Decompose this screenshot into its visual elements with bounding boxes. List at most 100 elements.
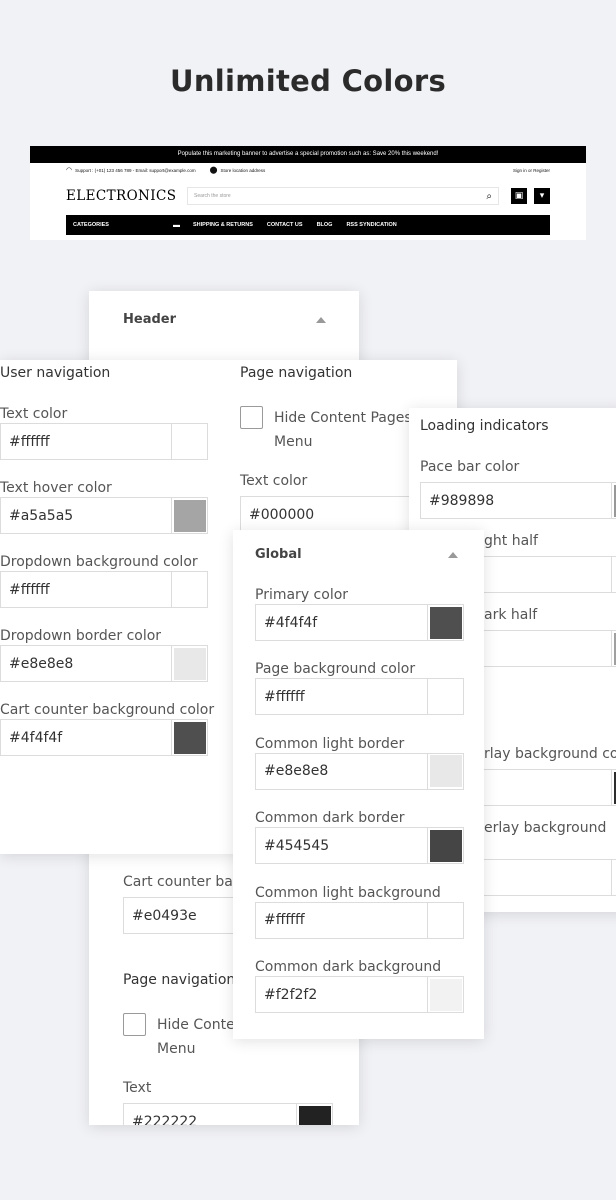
color-input-field[interactable]: #454545 — [255, 827, 464, 865]
overlay-background-swatch[interactable] — [611, 769, 616, 806]
nav-categories[interactable]: CATEGORIES — [66, 222, 173, 228]
color-swatch[interactable] — [427, 678, 463, 716]
color-input-field[interactable]: #ffffff — [0, 571, 208, 608]
cart-icon[interactable]: ▾ — [534, 188, 550, 204]
chevron-up-icon[interactable] — [448, 552, 458, 558]
header-card-title: Header — [123, 312, 177, 327]
nav-blog[interactable]: BLOG — [317, 222, 333, 228]
color-value: #ffffff — [9, 433, 50, 450]
dark-half-label: ark half — [484, 607, 538, 623]
hide-content-label: Hide Conten Menu — [157, 1013, 244, 1061]
field-label: Common dark border — [255, 810, 405, 827]
color-input-field[interactable]: #ffffff — [255, 678, 464, 716]
global-card-title: Global — [255, 547, 302, 562]
color-input-field[interactable]: #e8e8e8 — [255, 752, 464, 790]
store-logo[interactable]: ELECTRONICS — [66, 188, 187, 204]
pace-bar-field[interactable]: #989898 — [420, 482, 616, 519]
color-swatch[interactable] — [427, 976, 463, 1013]
page-navigation-title: Page navigation — [240, 365, 353, 381]
text-color-field[interactable]: #222222 — [123, 1103, 333, 1125]
text-label: Text — [123, 1080, 152, 1096]
hide-content-line1: Hide Conten — [157, 1017, 244, 1033]
color-swatch[interactable] — [171, 719, 207, 756]
user-navigation-title: User navigation — [0, 365, 111, 381]
swatch-fill — [173, 573, 206, 606]
color-input-field[interactable]: #f2f2f2 — [255, 976, 464, 1013]
store-location[interactable]: ⬤ Store location address — [210, 167, 266, 174]
swatch-fill — [429, 904, 462, 937]
hide-content-line2: Menu — [157, 1041, 196, 1057]
menu-icon[interactable]: ▬ — [173, 222, 193, 229]
swatch-fill — [429, 829, 462, 862]
field-label: Text hover color — [0, 480, 112, 496]
store-navbar: CATEGORIES ▬ SHIPPING & RETURNS CONTACT … — [66, 215, 550, 235]
color-value: #e8e8e8 — [264, 763, 329, 780]
color-value: #ffffff — [9, 581, 50, 598]
text-color-value: #222222 — [132, 1113, 198, 1126]
color-swatch[interactable] — [171, 423, 207, 460]
swatch-fill — [429, 978, 462, 1011]
pace-bar-value: #989898 — [429, 492, 495, 509]
pace-bar-swatch[interactable] — [611, 482, 616, 519]
swatch-fill — [173, 425, 206, 458]
color-input-field[interactable]: #ffffff — [255, 901, 464, 939]
color-swatch[interactable] — [171, 497, 207, 534]
text-color-swatch[interactable] — [296, 1103, 332, 1125]
location-text: Store location address — [220, 167, 266, 173]
field-label: Common light background — [255, 884, 441, 901]
chevron-up-icon[interactable] — [316, 317, 326, 323]
hide-content-checkbox[interactable] — [123, 1013, 146, 1036]
color-swatch[interactable] — [427, 827, 463, 865]
pace-bar-label: Pace bar color — [420, 459, 520, 475]
dark-half-swatch[interactable] — [611, 630, 616, 667]
color-value: #4f4f4f — [264, 614, 318, 631]
utility-bar: ◠ Support : (+01) 123 456 789 - Email: s… — [30, 163, 586, 177]
light-half-swatch[interactable] — [611, 556, 616, 593]
cart-counter-label: Cart counter back — [123, 874, 249, 890]
color-swatch[interactable] — [427, 901, 463, 939]
promo-banner: Populate this marketing banner to advert… — [30, 146, 586, 163]
field-label: Page background color — [255, 661, 416, 678]
swatch-fill — [173, 721, 206, 754]
color-input-field[interactable]: #4f4f4f — [255, 604, 464, 641]
support-text: Support : (+01) 123 456 789 - Email: sup… — [75, 167, 196, 173]
hide-content-line1: Hide Content Pages in — [274, 410, 429, 426]
search-placeholder: Search the store — [194, 193, 231, 199]
gift-icon[interactable]: ▣ — [511, 188, 527, 204]
field-label: Primary color — [255, 587, 349, 603]
nav-rss[interactable]: RSS SYNDICATION — [346, 222, 396, 228]
hide-content-line2: Menu — [274, 434, 313, 450]
color-value: #ffffff — [264, 688, 305, 705]
swatch-fill — [298, 1105, 331, 1125]
field-label: Dropdown border color — [0, 628, 162, 644]
color-input-field[interactable]: #e8e8e8 — [0, 645, 208, 682]
nav-contact[interactable]: CONTACT US — [267, 222, 303, 228]
color-swatch[interactable] — [427, 752, 463, 790]
color-input-field[interactable]: #4f4f4f — [0, 719, 208, 756]
store-search-input[interactable]: Search the store ⌕ — [187, 187, 499, 205]
swatch-fill — [173, 499, 206, 532]
sign-in-link[interactable]: Sign in or Register — [513, 168, 550, 173]
support-info: ◠ Support : (+01) 123 456 789 - Email: s… — [66, 167, 196, 174]
color-swatch[interactable] — [171, 645, 207, 682]
overlay-background-label: erlay background — [484, 820, 607, 836]
nav-shipping[interactable]: SHIPPING & RETURNS — [193, 222, 253, 228]
search-icon[interactable]: ⌕ — [486, 191, 492, 202]
global-settings-card: Global Primary color #4f4f4f Page backgrou… — [233, 530, 484, 1039]
headset-icon: ◠ — [66, 166, 73, 174]
color-value: #e8e8e8 — [9, 655, 74, 672]
brand-row: ELECTRONICS Search the store ⌕ ▣ ▾ — [30, 177, 586, 215]
hide-content-pages-checkbox[interactable] — [240, 406, 263, 429]
overlay-background-swatch-2[interactable] — [611, 859, 616, 896]
color-value: #f2f2f2 — [264, 986, 318, 1003]
color-value: #454545 — [264, 837, 330, 854]
hide-content-pages-label: Hide Content Pages in Menu — [274, 406, 429, 454]
color-input-field[interactable]: #ffffff — [0, 423, 208, 460]
color-swatch[interactable] — [427, 604, 463, 641]
color-input-field[interactable]: #a5a5a5 — [0, 497, 208, 534]
color-swatch[interactable] — [171, 571, 207, 608]
field-label: Dropdown background color — [0, 554, 198, 570]
overlay-background-color-label: rlay background colo — [484, 746, 616, 762]
location-pin-icon: ⬤ — [209, 166, 218, 174]
swatch-fill — [173, 647, 206, 680]
